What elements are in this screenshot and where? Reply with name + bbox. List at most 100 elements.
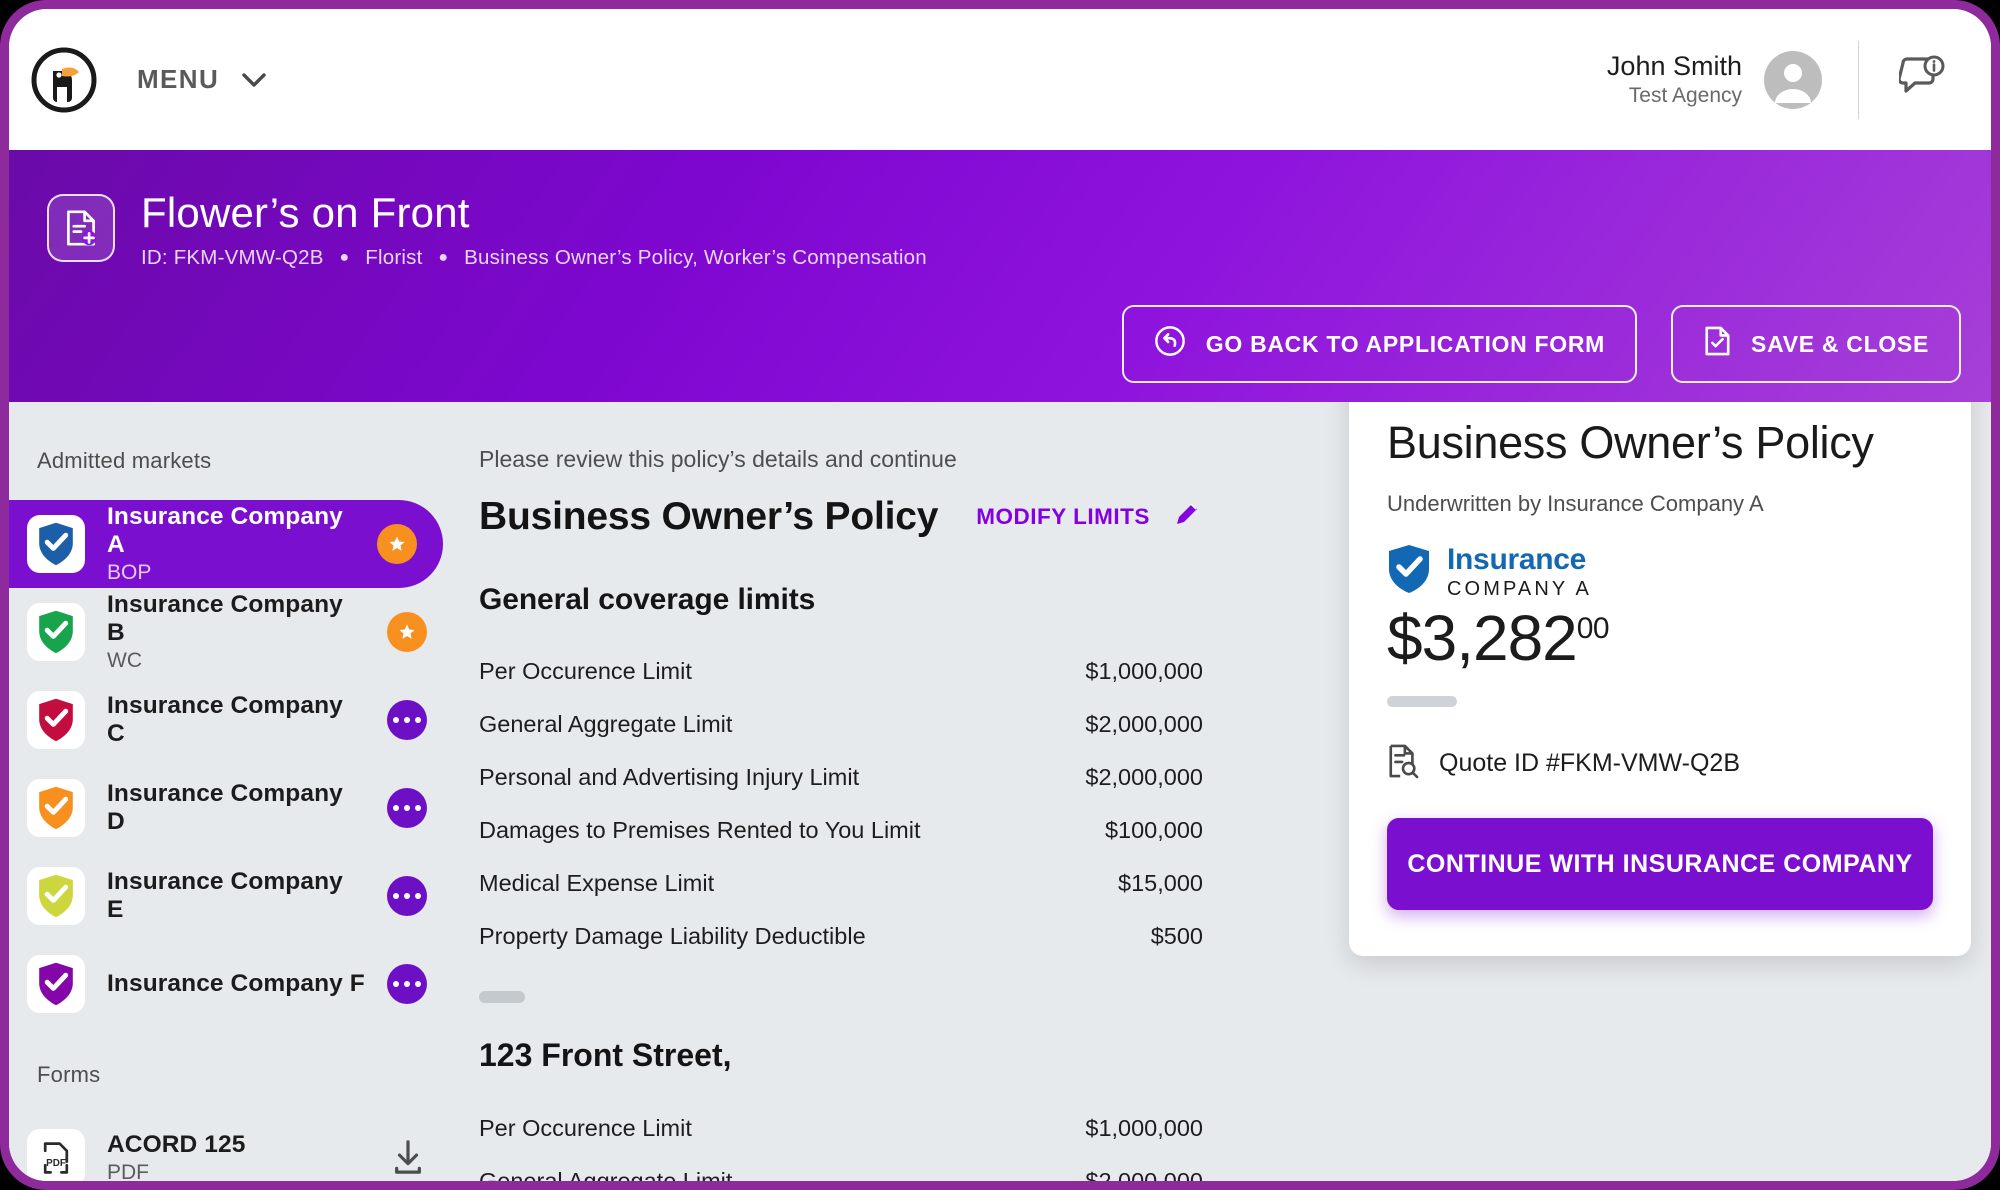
page-title: Flower’s on Front — [141, 190, 927, 236]
market-name: Insurance Company C — [107, 692, 365, 748]
industry-label: Florist — [365, 246, 422, 269]
carrier-name: Insurance — [1447, 545, 1592, 575]
go-back-to-application-form-button[interactable]: GO BACK TO APPLICATION FORM — [1122, 305, 1637, 383]
limit-value: $2,000,000 — [1085, 711, 1203, 738]
limit-row: General Aggregate Limit $2,000,000 — [479, 698, 1239, 751]
separator-dot: ● — [329, 249, 359, 267]
more-options-button[interactable] — [387, 876, 427, 916]
menu-button[interactable]: MENU — [137, 64, 267, 95]
limit-label: Medical Expense Limit — [479, 870, 714, 897]
sidebar-market-item[interactable]: Insurance Company BWC — [9, 588, 453, 676]
limit-label: Personal and Advertising Injury Limit — [479, 764, 859, 791]
limit-row: General Aggregate Limit $2,000,000 — [479, 1155, 1239, 1181]
location-limits-table: Per Occurence Limit$1,000,000General Agg… — [479, 1102, 1239, 1181]
review-instruction: Please review this policy’s details and … — [479, 446, 1239, 473]
sidebar: Admitted markets Insurance Company ABOPI… — [9, 402, 453, 1181]
market-name: Insurance Company F — [107, 970, 365, 998]
market-line-of-business: BOP — [107, 561, 355, 585]
sidebar-form-item[interactable]: PDFACORD 125PDF — [9, 1114, 453, 1181]
application-id: ID: FKM-VMW-Q2B — [141, 246, 324, 269]
page-header: Flower’s on Front ID: FKM-VMW-Q2B ● Flor… — [9, 150, 1991, 402]
preferred-star-badge[interactable] — [387, 612, 427, 652]
quote-price: $3,282 00 — [1387, 606, 1933, 670]
limit-label: General Aggregate Limit — [479, 1168, 732, 1181]
limit-value: $2,000,000 — [1085, 764, 1203, 791]
shield-check-icon — [27, 691, 85, 749]
page-subtitle: ID: FKM-VMW-Q2B ● Florist ● Business Own… — [141, 246, 927, 270]
form-name: ACORD 125 — [107, 1131, 369, 1159]
general-limits-table: Per Occurence Limit $1,000,000 General Agg… — [479, 645, 1239, 963]
sidebar-market-item[interactable]: Insurance Company F — [9, 940, 453, 1028]
limit-label: Property Damage Liability Deductible — [479, 923, 866, 950]
top-bar-right: John Smith Test Agency — [1607, 9, 1991, 150]
market-list: Insurance Company ABOPInsurance Company … — [9, 500, 453, 1028]
save-and-close-button[interactable]: SAVE & CLOSE — [1671, 305, 1961, 383]
pdf-icon: PDF — [27, 1129, 85, 1181]
market-name: Insurance Company E — [107, 868, 365, 924]
more-options-button[interactable] — [387, 700, 427, 740]
user-menu[interactable]: John Smith Test Agency — [1607, 50, 1858, 110]
limit-row: Property Damage Liability Deductible $500 — [479, 910, 1239, 963]
limit-row: Medical Expense Limit $15,000 — [479, 857, 1239, 910]
limit-label: General Aggregate Limit — [479, 711, 732, 738]
shield-check-icon — [27, 867, 85, 925]
carrier-subname: COMPANY A — [1447, 579, 1592, 599]
policy-types-label: Business Owner’s Policy, Worker’s Compen… — [464, 246, 927, 269]
quote-divider-pill — [1387, 696, 1457, 707]
policy-title: Business Owner’s Policy — [479, 495, 938, 539]
limit-label: Per Occurence Limit — [479, 658, 692, 685]
limit-label: Damages to Premises Rented to You Limit — [479, 817, 921, 844]
device-frame: MENU John Smith Test Agency — [0, 0, 2000, 1190]
sidebar-market-item[interactable]: Insurance Company E — [9, 852, 453, 940]
separator-dot: ● — [428, 249, 458, 267]
user-name: John Smith — [1607, 50, 1742, 84]
user-organization: Test Agency — [1607, 83, 1742, 109]
more-options-button[interactable] — [387, 964, 427, 1004]
sidebar-market-item[interactable]: Insurance Company C — [9, 676, 453, 764]
preferred-quote-card: Preferred Quote Business Owner’s Policy … — [1349, 402, 1971, 956]
shield-check-icon — [1387, 543, 1431, 600]
quote-price-cents: 00 — [1577, 612, 1609, 646]
document-add-icon — [47, 194, 115, 262]
section-divider-pill — [479, 991, 525, 1003]
limit-value: $2,000,000 — [1085, 1168, 1203, 1181]
document-check-icon — [1703, 325, 1731, 363]
pencil-icon — [1172, 499, 1202, 535]
svg-text:PDF: PDF — [46, 1158, 66, 1169]
carrier-logo: Insurance COMPANY A — [1387, 543, 1933, 600]
limit-value: $500 — [1151, 923, 1203, 950]
document-search-icon — [1387, 743, 1419, 784]
quote-policy-title: Business Owner’s Policy — [1387, 416, 1933, 469]
market-name: Insurance Company A — [107, 503, 355, 559]
download-icon[interactable] — [391, 1138, 427, 1178]
toucan-logo-icon[interactable] — [31, 47, 97, 113]
location-title: 123 Front Street, — [479, 1037, 1239, 1074]
more-options-button[interactable] — [387, 788, 427, 828]
modify-limits-button[interactable]: MODIFY LIMITS — [976, 499, 1202, 535]
go-back-label: GO BACK TO APPLICATION FORM — [1206, 331, 1605, 358]
limit-row: Damages to Premises Rented to You Limit $… — [479, 804, 1239, 857]
sidebar-market-item[interactable]: Insurance Company D — [9, 764, 453, 852]
sidebar-heading-forms: Forms — [9, 1028, 453, 1114]
preferred-star-badge[interactable] — [377, 524, 417, 564]
form-type: PDF — [107, 1161, 369, 1181]
limit-value: $100,000 — [1105, 817, 1203, 844]
app-window: MENU John Smith Test Agency — [9, 9, 1991, 1181]
limit-value: $1,000,000 — [1085, 658, 1203, 685]
limit-value: $15,000 — [1118, 870, 1203, 897]
limit-row: Per Occurence Limit$1,000,000 — [479, 1102, 1239, 1155]
shield-check-icon — [27, 779, 85, 837]
quote-id-row: Quote ID #FKM-VMW-Q2B — [1387, 743, 1933, 784]
avatar[interactable] — [1764, 51, 1822, 109]
menu-label: MENU — [137, 64, 219, 95]
modify-limits-label: MODIFY LIMITS — [976, 504, 1150, 530]
chevron-down-icon — [241, 72, 267, 88]
quote-underwriter: Underwritten by Insurance Company A — [1387, 491, 1933, 517]
continue-with-insurance-company-button[interactable]: CONTINUE WITH INSURANCE COMPANY — [1387, 818, 1933, 910]
help-chat-button[interactable] — [1859, 55, 1991, 104]
sidebar-heading-markets: Admitted markets — [9, 448, 453, 500]
shield-check-icon — [27, 955, 85, 1013]
sidebar-market-item[interactable]: Insurance Company ABOP — [9, 500, 443, 588]
quote-price-dollars: $3,282 — [1387, 606, 1577, 670]
market-name: Insurance Company B — [107, 591, 365, 647]
